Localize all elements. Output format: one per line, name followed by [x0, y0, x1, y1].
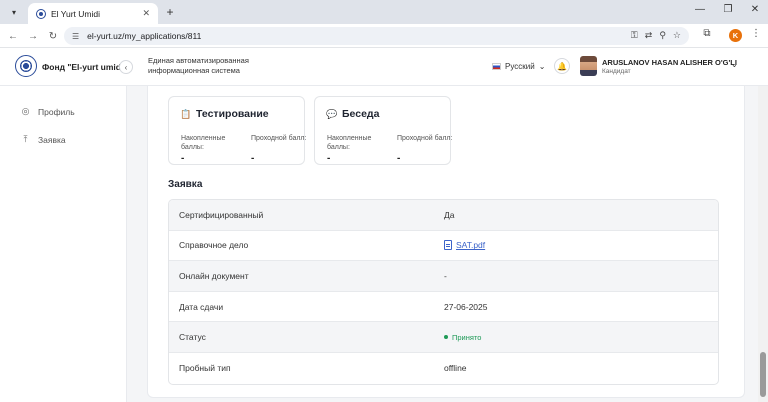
user-circle-icon: ◎: [21, 106, 30, 116]
row-value: offline: [444, 363, 467, 374]
chat-icon: 💬: [326, 108, 338, 119]
row-value: Да: [444, 209, 455, 220]
table-row: Статус Принято: [169, 322, 718, 353]
table-row: Справочное дело SAT.pdf: [169, 231, 718, 262]
status-dot-icon: [444, 335, 448, 340]
sidebar: ◎ Профиль ⤒ Заявка: [0, 86, 127, 402]
sidebar-item-application[interactable]: ⤒ Заявка: [20, 134, 66, 145]
row-label: Пробный тип: [179, 363, 231, 374]
accumulated-score-value: -: [181, 153, 185, 164]
russia-flag-icon: [492, 63, 501, 70]
bookmark-star-icon[interactable]: ☆: [673, 30, 681, 41]
browser-tab[interactable]: El Yurt Umidi ✕: [28, 3, 158, 24]
clipboard-icon: 📋: [180, 108, 192, 119]
application-details-table: Сертифицированный Да Справочное дело SAT…: [168, 199, 719, 385]
site-info-icon[interactable]: ☰: [72, 32, 79, 41]
row-label: Онлайн документ: [179, 270, 249, 281]
pdf-file-icon: [444, 240, 452, 251]
row-label: Дата сдачи: [179, 301, 224, 312]
site-favicon-icon: [36, 8, 46, 19]
application-content: 📋 Тестирование Накопленные баллы: Проход…: [147, 86, 745, 398]
password-key-icon[interactable]: ⚿: [631, 30, 638, 41]
testing-score-card: 📋 Тестирование Накопленные баллы: Проход…: [168, 96, 306, 165]
browser-tab-strip: ▾ El Yurt Umidi ✕ + — ❐ ✕: [0, 0, 768, 24]
user-menu-chevron-icon[interactable]: ⌄: [731, 60, 738, 69]
row-label: Сертифицированный: [179, 209, 264, 220]
fund-logo-icon[interactable]: [15, 55, 37, 77]
address-bar[interactable]: ☰ el-yurt.uz/my_applications/811 ⚿ ⇄ ⚲ ☆: [64, 27, 689, 45]
accumulated-score-value: -: [327, 153, 331, 164]
row-label: Статус: [179, 332, 206, 343]
sidebar-item-label: Заявка: [38, 134, 66, 145]
minimize-icon[interactable]: —: [692, 4, 708, 15]
system-name: Единая автоматизированная информационная…: [148, 56, 249, 75]
status-badge: Принято: [444, 333, 481, 342]
user-avatar[interactable]: [580, 56, 597, 76]
browser-menu-icon[interactable]: ⋮: [748, 28, 764, 39]
sidebar-item-label: Профиль: [38, 106, 75, 117]
table-row: Пробный тип offline: [169, 353, 718, 384]
row-label: Справочное дело: [179, 240, 249, 251]
row-value: -: [444, 270, 447, 281]
table-row: Сертифицированный Да: [169, 200, 718, 231]
score-card-title: Беседа: [342, 108, 380, 120]
passing-score-label: Проходной балл:: [251, 135, 307, 142]
user-name[interactable]: ARUSLANOV HASAN ALISHER O'G'LI: [602, 58, 737, 67]
reload-icon[interactable]: ↻: [45, 28, 61, 44]
accumulated-score-label: Накопленные баллы:: [181, 135, 226, 151]
close-window-icon[interactable]: ✕: [747, 4, 763, 15]
back-icon[interactable]: ←: [5, 28, 21, 44]
sat-pdf-link[interactable]: SAT.pdf: [444, 240, 486, 251]
address-url: el-yurt.uz/my_applications/811: [87, 31, 202, 41]
language-selector[interactable]: Русский ⌄: [492, 62, 545, 71]
brand-name: Фонд "El-yurt umidi": [42, 62, 128, 72]
zoom-icon[interactable]: ⚲: [659, 30, 666, 41]
passing-score-label: Проходной балл:: [397, 135, 453, 142]
passing-score-value: -: [251, 153, 255, 164]
interview-score-card: 💬 Беседа Накопленные баллы: Проходной ба…: [314, 96, 452, 165]
sidebar-item-profile[interactable]: ◎ Профиль: [20, 106, 75, 117]
extensions-icon[interactable]: ⧉: [699, 28, 715, 39]
tab-title: El Yurt Umidi: [51, 8, 100, 19]
passing-score-value: -: [397, 153, 401, 164]
tab-search-icon[interactable]: ▾: [6, 4, 22, 20]
accumulated-score-label: Накопленные баллы:: [327, 135, 372, 151]
user-role: Кандидат: [602, 68, 631, 75]
row-value: 27-06-2025: [444, 301, 488, 312]
page-scrollbar-thumb[interactable]: [760, 352, 766, 397]
translate-icon[interactable]: ⇄: [645, 30, 653, 41]
section-title: Заявка: [168, 179, 203, 190]
chevron-down-icon: ⌄: [538, 62, 546, 71]
restore-icon[interactable]: ❐: [720, 4, 736, 15]
language-label: Русский: [505, 62, 535, 71]
app-header: Фонд "El-yurt umidi" ‹ Единая автоматизи…: [0, 48, 768, 86]
forward-icon[interactable]: →: [25, 28, 41, 44]
browser-profile-avatar[interactable]: K: [729, 29, 742, 42]
new-tab-button[interactable]: +: [162, 4, 178, 20]
tab-close-icon[interactable]: ✕: [142, 8, 150, 19]
pdf-link-label: SAT.pdf: [456, 240, 486, 251]
sidebar-collapse-button[interactable]: ‹: [119, 60, 133, 74]
notifications-bell-icon[interactable]: 🔔: [554, 58, 570, 74]
table-row: Дата сдачи 27-06-2025: [169, 292, 718, 323]
status-text: Принято: [452, 332, 482, 342]
browser-toolbar: ← → ↻ ☰ el-yurt.uz/my_applications/811 ⚿…: [0, 24, 768, 48]
score-card-title: Тестирование: [196, 108, 269, 120]
table-row: Онлайн документ -: [169, 261, 718, 292]
upload-icon: ⤒: [23, 134, 28, 144]
